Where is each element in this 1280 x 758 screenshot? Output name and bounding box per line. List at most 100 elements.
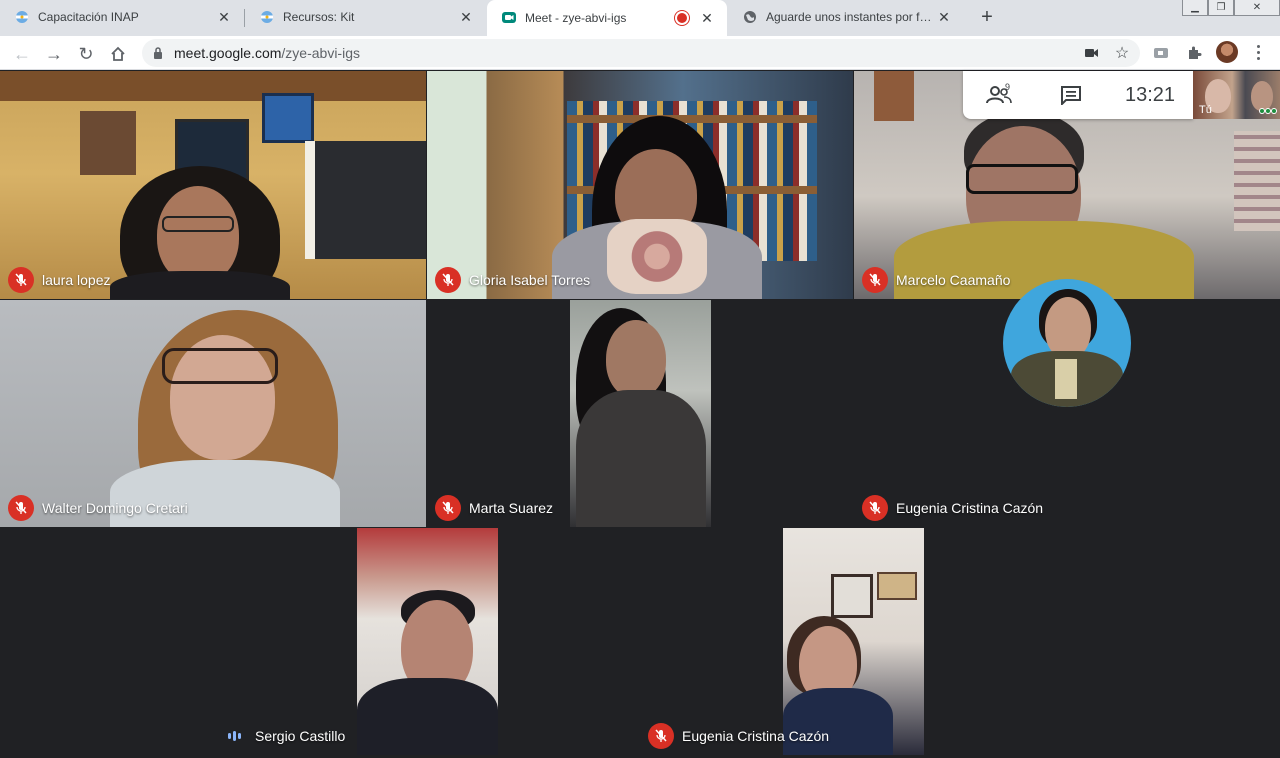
participant-label: Sergio Castillo <box>221 723 345 749</box>
participant-name: Gloria Isabel Torres <box>469 272 591 288</box>
mic-off-icon <box>648 723 674 749</box>
window-controls: ▁ ❐ ✕ <box>1182 0 1280 18</box>
wall-frame <box>877 572 917 600</box>
people-button[interactable]: 9 <box>963 71 1035 119</box>
more-options-icon[interactable] <box>1260 109 1276 113</box>
argentina-seal-icon <box>259 9 275 25</box>
participant-name: Eugenia Cristina Cazón <box>682 728 830 744</box>
participant-video <box>570 300 711 527</box>
glasses <box>966 164 1078 194</box>
participant-label: Marcelo Caamaño <box>862 267 1010 293</box>
address-bar[interactable]: meet.google.com/zye-abvi-igs ☆ <box>142 39 1140 67</box>
tab-title: Capacitación INAP <box>38 10 139 24</box>
participant-label: Eugenia Cristina Cazón <box>648 723 829 749</box>
participant-name: laura lopez <box>42 272 111 288</box>
meet-icon <box>501 10 517 26</box>
argentina-seal-icon <box>14 9 30 25</box>
tab-meet[interactable]: Meet - zye-abvi-igs ✕ <box>487 0 727 36</box>
tab-aguarde[interactable]: Aguarde unos instantes por favor... ✕ <box>728 0 964 34</box>
forward-icon[interactable]: → <box>42 42 66 66</box>
tab-title: Recursos: Kit <box>283 10 355 24</box>
tab-recursos-kit[interactable]: Recursos: Kit ✕ <box>245 0 486 34</box>
speaking-indicator-icon <box>221 723 247 749</box>
close-tab-icon[interactable]: ✕ <box>697 8 717 28</box>
participant-face <box>1045 297 1091 359</box>
participant-label: laura lopez <box>8 267 111 293</box>
camera-in-use-icon[interactable] <box>1082 43 1102 63</box>
participant-avatar <box>1003 279 1131 407</box>
participant-video <box>357 528 498 755</box>
home-icon[interactable] <box>106 42 130 66</box>
wooden-beam <box>0 71 426 101</box>
collar <box>1055 359 1077 399</box>
url-text: meet.google.com/zye-abvi-igs <box>174 45 360 61</box>
participant-name: Sergio Castillo <box>255 728 346 744</box>
participant-tile[interactable]: Marta Suarez <box>427 300 853 527</box>
wall-frame <box>262 93 314 143</box>
back-icon[interactable]: ← <box>10 42 34 66</box>
participant-label: Eugenia Cristina Cazón <box>862 495 1043 521</box>
mic-off-icon <box>435 495 461 521</box>
self-view-thumbnail[interactable]: Tú <box>1193 71 1280 119</box>
meeting-info-panel: 9 13:21 <box>963 71 1193 119</box>
participant-face <box>157 186 239 284</box>
meeting-clock: 13:21 <box>1125 83 1176 106</box>
participant-label: Marta Suarez <box>435 495 553 521</box>
participant-tile[interactable]: Walter Domingo Cretari <box>0 300 426 527</box>
reload-icon[interactable]: ↻ <box>74 42 98 66</box>
browser-tab-bar: Capacitación INAP ✕ Recursos: Kit ✕ Meet… <box>0 0 1280 36</box>
shelf <box>567 115 817 123</box>
participant-body <box>357 678 498 755</box>
globe-icon <box>742 9 758 25</box>
close-tab-icon[interactable]: ✕ <box>456 7 476 27</box>
participant-tile[interactable]: laura lopez <box>0 71 426 299</box>
participant-count: 9 <box>1005 82 1011 92</box>
chat-button[interactable] <box>1035 71 1107 119</box>
tab-title: Meet - zye-abvi-igs <box>525 11 627 25</box>
profile-avatar[interactable] <box>1216 41 1238 63</box>
glasses <box>162 216 234 232</box>
wall-frame <box>874 71 914 121</box>
mic-off-icon <box>435 267 461 293</box>
lock-icon[interactable] <box>152 46 164 60</box>
participant-name: Marcelo Caamaño <box>896 272 1011 288</box>
participant-label: Walter Domingo Cretari <box>8 495 188 521</box>
participant-name: Walter Domingo Cretari <box>42 500 188 516</box>
participant-body <box>576 390 706 527</box>
wall-frame <box>831 574 873 618</box>
mic-off-icon <box>8 267 34 293</box>
self-label: Tú <box>1199 104 1212 116</box>
close-tab-icon[interactable]: ✕ <box>214 7 234 27</box>
curtain <box>1234 131 1280 231</box>
cast-extension-icon[interactable] <box>1151 43 1171 63</box>
window-close-button[interactable]: ✕ <box>1234 0 1280 16</box>
participant-tile[interactable]: Eugenia Cristina Cazón <box>640 528 1066 755</box>
glasses <box>162 348 278 384</box>
participant-tile[interactable]: Sergio Castillo <box>213 528 639 755</box>
extensions-puzzle-icon[interactable] <box>1184 43 1204 63</box>
bookmark-star-icon[interactable]: ☆ <box>1112 43 1132 63</box>
self-face <box>1251 81 1273 111</box>
tab-title: Aguarde unos instantes por favor... <box>766 10 934 24</box>
participant-tile[interactable]: Gloria Isabel Torres <box>427 71 853 299</box>
tab-capacitacion-inap[interactable]: Capacitación INAP ✕ <box>0 0 244 34</box>
participant-name: Marta Suarez <box>469 500 554 516</box>
browser-menu-icon[interactable] <box>1252 41 1264 63</box>
mic-off-icon <box>862 267 888 293</box>
recording-icon <box>677 13 687 23</box>
participant-label: Gloria Isabel Torres <box>435 267 590 293</box>
close-tab-icon[interactable]: ✕ <box>934 7 954 27</box>
minimize-button[interactable]: ▁ <box>1182 0 1208 16</box>
restore-button[interactable]: ❐ <box>1208 0 1234 16</box>
participant-name: Eugenia Cristina Cazón <box>896 500 1044 516</box>
address-toolbar: ← → ↻ meet.google.com/zye-abvi-igs ☆ <box>0 36 1280 70</box>
url-path: /zye-abvi-igs <box>281 45 360 61</box>
window <box>305 141 426 259</box>
participant-video <box>783 528 924 755</box>
wall-plaque <box>80 111 136 175</box>
url-host: meet.google.com <box>174 45 282 61</box>
participant-face <box>606 320 666 398</box>
new-tab-button[interactable]: + <box>976 6 998 28</box>
chat-icon <box>1061 86 1081 105</box>
participant-body <box>110 271 290 299</box>
